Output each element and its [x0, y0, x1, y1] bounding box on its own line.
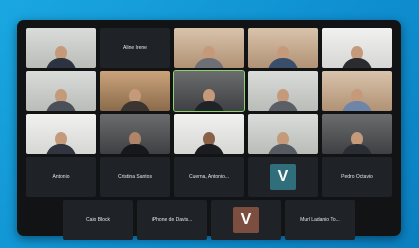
participant-figure: [44, 46, 78, 68]
participant-figure: [266, 46, 300, 68]
participant-row-bottom: Caio Block iPhone de Davis... V Murl Lad…: [63, 200, 355, 240]
participant-video-tile[interactable]: [248, 114, 318, 154]
participant-video-tile[interactable]: [26, 71, 96, 111]
participant-name: Pedro Octavio: [341, 174, 373, 180]
participant-name: Murl Ladanio To...: [300, 217, 340, 223]
participant-figure: [340, 46, 374, 68]
participant-grid: Aline Irene Antonio Cristina Santos Cuer…: [26, 28, 392, 228]
participant-name-tile[interactable]: Cuerna, Antonio...: [174, 157, 244, 197]
participant-name: Caio Block: [86, 217, 110, 223]
participant-figure: [44, 132, 78, 154]
participant-video-tile[interactable]: [174, 114, 244, 154]
participant-avatar: V: [233, 207, 259, 233]
participant-video-tile[interactable]: [248, 28, 318, 68]
participant-avatar: V: [270, 164, 296, 190]
video-call-window: Aline Irene Antonio Cristina Santos Cuer…: [17, 20, 401, 240]
participant-figure: [118, 89, 152, 111]
participant-figure: [44, 89, 78, 111]
participant-figure: [340, 89, 374, 111]
participant-name: iPhone de Davis...: [151, 217, 193, 223]
participant-figure: [192, 89, 226, 111]
participant-avatar-tile[interactable]: V: [248, 157, 318, 197]
participant-name-tile[interactable]: Pedro Octavio: [322, 157, 392, 197]
participant-name: Antonio: [52, 174, 70, 180]
participant-name-tile[interactable]: iPhone de Davis...: [137, 200, 207, 240]
participant-figure: [192, 46, 226, 68]
participant-figure: [118, 132, 152, 154]
participant-name: Cuerna, Antonio...: [188, 174, 230, 180]
participant-name-tile[interactable]: Murl Ladanio To...: [285, 200, 355, 240]
participant-figure: [266, 132, 300, 154]
participant-video-tile[interactable]: [174, 28, 244, 68]
participant-video-tile[interactable]: [248, 71, 318, 111]
participant-name-tile[interactable]: Cristina Santos: [100, 157, 170, 197]
participant-video-tile[interactable]: [100, 114, 170, 154]
participant-name: Cristina Santos: [118, 174, 152, 180]
participant-figure: [340, 132, 374, 154]
participant-name-tile[interactable]: Antonio: [26, 157, 96, 197]
participant-video-tile[interactable]: [26, 114, 96, 154]
participant-figure: [266, 89, 300, 111]
participant-video-tile[interactable]: [322, 114, 392, 154]
participant-name: Aline Irene: [123, 45, 147, 51]
participant-name-tile[interactable]: Aline Irene: [100, 28, 170, 68]
participant-video-tile[interactable]: [26, 28, 96, 68]
active-speaker-video-tile[interactable]: [173, 70, 245, 112]
participant-figure: [192, 132, 226, 154]
participant-video-tile[interactable]: [322, 71, 392, 111]
participant-video-tile[interactable]: [100, 71, 170, 111]
participant-video-tile[interactable]: [322, 28, 392, 68]
participant-avatar-tile[interactable]: V: [211, 200, 281, 240]
participant-name-tile[interactable]: Caio Block: [63, 200, 133, 240]
